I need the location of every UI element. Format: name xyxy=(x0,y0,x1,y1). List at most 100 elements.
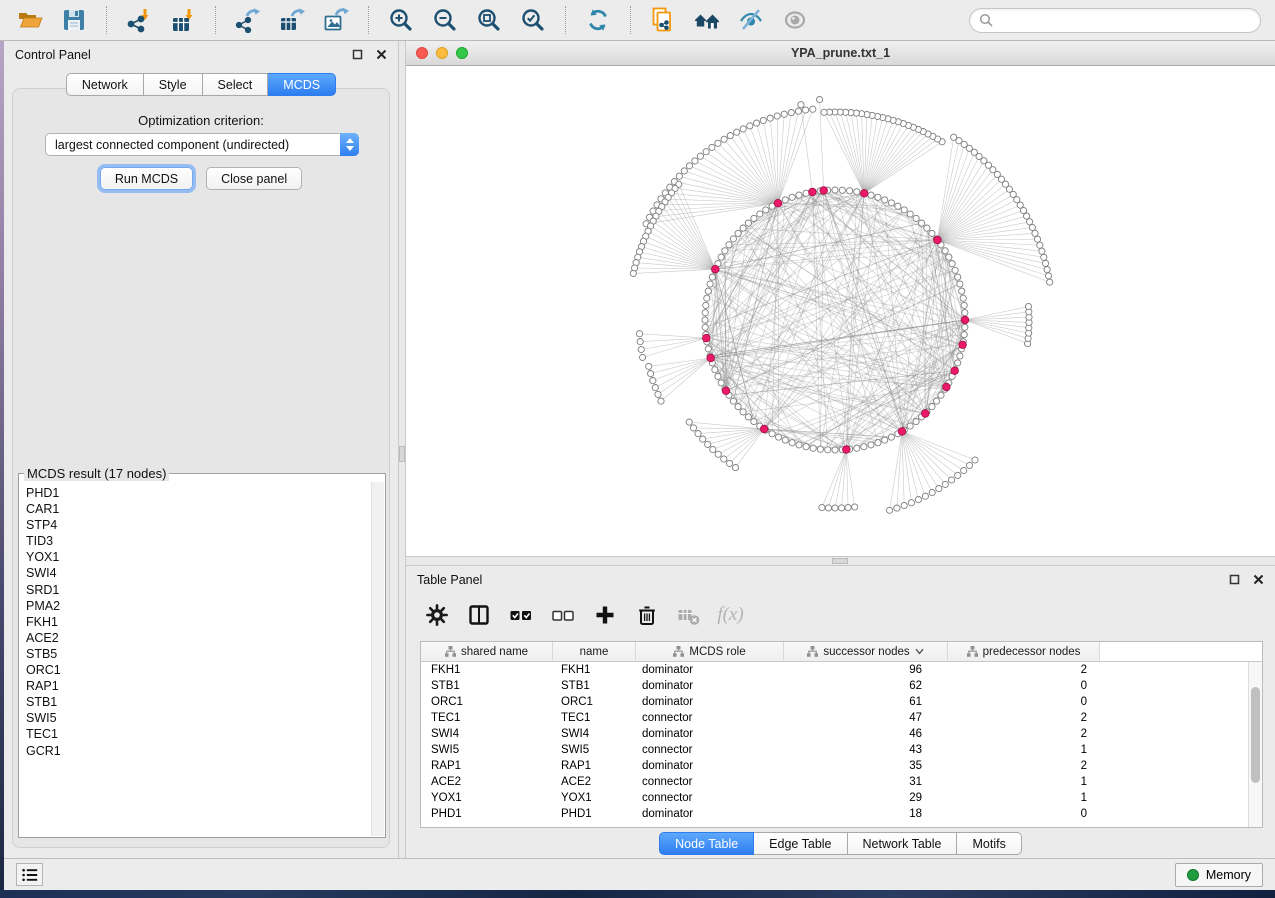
close-panel-icon[interactable] xyxy=(376,49,387,60)
add-column-button[interactable] xyxy=(588,599,621,631)
cell-shared_name: PHD1 xyxy=(421,808,553,820)
mcds-result-item[interactable]: ORC1 xyxy=(26,662,370,678)
column-header-MCDS-role[interactable]: MCDS role xyxy=(636,642,784,661)
table-row[interactable]: STB1STB1dominator620 xyxy=(421,678,1262,694)
tab-network[interactable]: Network xyxy=(66,73,144,96)
table-tab-network-table[interactable]: Network Table xyxy=(848,832,958,855)
mcds-result-item[interactable]: YOX1 xyxy=(26,549,370,565)
toolbar-separator xyxy=(215,6,216,34)
save-session-button[interactable] xyxy=(54,3,94,37)
scrollbar-thumb[interactable] xyxy=(1251,687,1260,783)
mcds-result-item[interactable]: STB5 xyxy=(26,646,370,662)
horizontal-splitter[interactable] xyxy=(406,556,1275,566)
column-label: successor nodes xyxy=(823,646,909,658)
table-tab-node-table[interactable]: Node Table xyxy=(659,832,754,855)
mcds-result-item[interactable]: GCR1 xyxy=(26,743,370,759)
houses-icon xyxy=(694,7,720,33)
column-type-icon xyxy=(807,646,818,657)
tab-select[interactable]: Select xyxy=(203,73,269,96)
criterion-select[interactable]: largest connected component (undirected) xyxy=(45,133,359,156)
mcds-result-item[interactable]: STB1 xyxy=(26,694,370,710)
mcds-result-item[interactable]: TID3 xyxy=(26,533,370,549)
delete-table-icon xyxy=(677,603,701,627)
mcds-result-item[interactable]: PMA2 xyxy=(26,598,370,614)
mcds-result-item[interactable]: PHD1 xyxy=(26,485,370,501)
table-row[interactable]: SWI4SWI4dominator462 xyxy=(421,726,1262,742)
network-graph[interactable] xyxy=(406,66,1275,556)
import-network-button[interactable] xyxy=(119,3,159,37)
delete-column-button[interactable] xyxy=(630,599,663,631)
column-header-name[interactable]: name xyxy=(553,642,636,661)
column-header-successor-nodes[interactable]: successor nodes xyxy=(784,642,948,661)
mcds-result-item[interactable]: RAP1 xyxy=(26,678,370,694)
table-tab-edge-table[interactable]: Edge Table xyxy=(754,832,847,855)
mcds-result-item[interactable]: FKH1 xyxy=(26,614,370,630)
zoom-fit-button[interactable] xyxy=(469,3,509,37)
mcds-result-item[interactable]: TEC1 xyxy=(26,726,370,742)
close-panel-icon[interactable] xyxy=(1253,574,1264,585)
cell-mcds_role: connector xyxy=(636,712,784,724)
mcds-result-item[interactable]: CAR1 xyxy=(26,501,370,517)
save-icon xyxy=(61,7,87,33)
minimize-window-icon[interactable] xyxy=(436,47,448,59)
table-tab-motifs[interactable]: Motifs xyxy=(957,832,1021,855)
splitter-handle[interactable] xyxy=(399,446,405,462)
control-panel-header: Control Panel xyxy=(4,41,398,68)
table-row[interactable]: YOX1YOX1connector291 xyxy=(421,790,1262,806)
cell-mcds_role: dominator xyxy=(636,680,784,692)
zoom-selected-button[interactable] xyxy=(513,3,553,37)
first-neighbors-button[interactable] xyxy=(687,3,727,37)
tab-style[interactable]: Style xyxy=(144,73,203,96)
select-all-rows-button[interactable] xyxy=(504,599,537,631)
export-table-button[interactable] xyxy=(272,3,312,37)
mcds-result-item[interactable]: STP4 xyxy=(26,517,370,533)
column-header-predecessor-nodes[interactable]: predecessor nodes xyxy=(948,642,1100,661)
table-row[interactable]: ORC1ORC1dominator610 xyxy=(421,694,1262,710)
show-column-panel-button[interactable] xyxy=(462,599,495,631)
column-header-shared-name[interactable]: shared name xyxy=(421,642,553,661)
float-panel-icon[interactable] xyxy=(1229,574,1240,585)
hide-graphics-details-button[interactable] xyxy=(731,3,771,37)
vertical-splitter[interactable] xyxy=(398,41,406,858)
close-window-icon[interactable] xyxy=(416,47,428,59)
search-input[interactable] xyxy=(999,13,1251,27)
mcds-result-item[interactable]: ACE2 xyxy=(26,630,370,646)
run-mcds-button[interactable]: Run MCDS xyxy=(100,167,193,190)
control-panel: Control Panel NetworkStyleSelectMCDS Opt… xyxy=(4,41,398,858)
splitter-handle[interactable] xyxy=(832,558,848,564)
zoom-in-button[interactable] xyxy=(381,3,421,37)
result-list-scrollbar[interactable] xyxy=(371,482,384,836)
table-row[interactable]: SWI5SWI5connector431 xyxy=(421,742,1262,758)
cell-name: TEC1 xyxy=(553,712,636,724)
toolbar-separator xyxy=(565,6,566,34)
table-row[interactable]: TEC1TEC1connector472 xyxy=(421,710,1262,726)
mcds-result-item[interactable]: SWI5 xyxy=(26,710,370,726)
table-scrollbar[interactable] xyxy=(1248,662,1262,827)
cell-shared_name: YOX1 xyxy=(421,792,553,804)
export-image-button[interactable] xyxy=(316,3,356,37)
new-network-from-selection-button[interactable] xyxy=(643,3,683,37)
zoom-out-button[interactable] xyxy=(425,3,465,37)
cell-name: YOX1 xyxy=(553,792,636,804)
table-panel: Table Panel xyxy=(406,566,1275,858)
table-row[interactable]: PHD1PHD1dominator180 xyxy=(421,806,1262,822)
import-table-button[interactable] xyxy=(163,3,203,37)
table-row[interactable]: ACE2ACE2connector311 xyxy=(421,774,1262,790)
mcds-result-item[interactable]: SRD1 xyxy=(26,582,370,598)
network-canvas[interactable] xyxy=(406,66,1275,556)
open-file-button[interactable] xyxy=(10,3,50,37)
mcds-result-item[interactable]: SWI4 xyxy=(26,565,370,581)
table-row[interactable]: FKH1FKH1dominator962 xyxy=(421,662,1262,678)
apply-layout-button[interactable] xyxy=(578,3,618,37)
deselect-all-rows-button[interactable] xyxy=(546,599,579,631)
close-panel-button[interactable]: Close panel xyxy=(206,167,302,190)
table-row[interactable]: RAP1RAP1dominator352 xyxy=(421,758,1262,774)
search-icon xyxy=(979,13,993,27)
memory-button[interactable]: Memory xyxy=(1175,863,1263,887)
tab-mcds[interactable]: MCDS xyxy=(268,73,336,96)
column-settings-button[interactable] xyxy=(420,599,453,631)
export-network-button[interactable] xyxy=(228,3,268,37)
maximize-window-icon[interactable] xyxy=(456,47,468,59)
panel-chooser-button[interactable] xyxy=(16,863,43,886)
float-panel-icon[interactable] xyxy=(352,49,363,60)
